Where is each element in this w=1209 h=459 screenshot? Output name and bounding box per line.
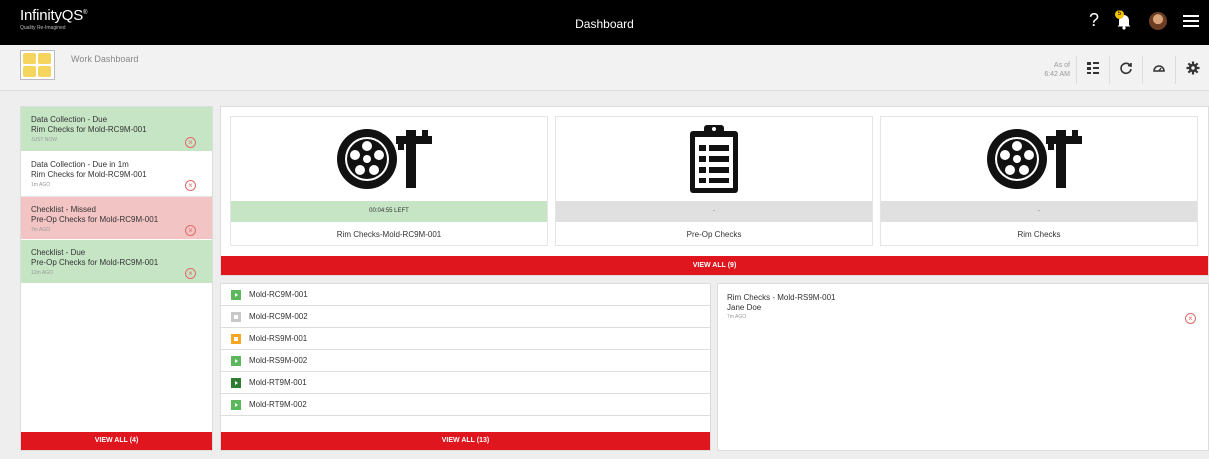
- notification-title: Data Collection - Due: [31, 115, 108, 124]
- list-item[interactable]: Mold-RT9M-002: [221, 394, 710, 416]
- mold-name: Mold-RC9M-002: [249, 312, 308, 321]
- toolbar-actions: As of 6:42 AM: [1032, 54, 1209, 86]
- view-all-molds-button[interactable]: VIEW ALL (13): [221, 432, 710, 450]
- wheel-caliper-icon: [881, 117, 1197, 200]
- notification-subject: Pre-Op Checks for Mold-RC9M-001: [31, 215, 159, 224]
- card-label: Pre-Op Checks: [686, 230, 742, 239]
- notification-item[interactable]: Checklist - Missed Pre-Op Checks for Mol…: [21, 197, 212, 240]
- view-all-cards-button[interactable]: VIEW ALL (9): [221, 256, 1208, 275]
- card-label: Rim Checks: [1017, 230, 1061, 239]
- data-collection-cards: 00:04:55 LEFT Rim Checks-Mold-RC9M-001 -…: [220, 106, 1209, 276]
- notification-item[interactable]: Checklist - Due Pre-Op Checks for Mold-R…: [21, 240, 212, 284]
- dismiss-icon[interactable]: ×: [185, 180, 196, 191]
- dismiss-icon[interactable]: ×: [1185, 313, 1196, 324]
- list-item[interactable]: Mold-RT9M-001: [221, 372, 710, 394]
- activity-title: Rim Checks - Mold-RS9M-001: [727, 293, 836, 302]
- user-avatar[interactable]: [1149, 11, 1167, 30]
- dismiss-icon[interactable]: ×: [185, 137, 196, 148]
- stop-status-icon: [231, 312, 241, 322]
- clipboard-checklist-icon: [556, 117, 872, 200]
- brand-mark: ®: [83, 10, 88, 16]
- card-status: -: [556, 201, 872, 222]
- help-icon[interactable]: ?: [1089, 10, 1099, 31]
- mold-list-panel: Mold-RC9M-001 Mold-RC9M-002 Mold-RS9M-00…: [220, 283, 711, 451]
- notification-subject: Rim Checks for Mold-RC9M-001: [31, 170, 147, 179]
- notification-title: Checklist - Missed: [31, 205, 96, 214]
- notification-title: Data Collection - Due in 1m: [31, 160, 129, 169]
- notification-time: JUST NOW: [31, 137, 58, 143]
- filter-list-icon[interactable]: [1077, 56, 1110, 84]
- play-status-icon: [231, 356, 241, 366]
- notification-subject: Pre-Op Checks for Mold-RC9M-001: [31, 258, 159, 267]
- settings-gear-icon[interactable]: [1176, 56, 1209, 84]
- mold-name: Mold-RS9M-001: [249, 334, 308, 343]
- dashboard-name: Work Dashboard: [71, 54, 139, 64]
- activity-item[interactable]: Rim Checks - Mold-RS9M-001 Jane Doe 7m A…: [727, 293, 835, 320]
- as-of-time: 6:42 AM: [1044, 71, 1070, 78]
- list-item[interactable]: Mold-RC9M-002: [221, 306, 710, 328]
- mold-name: Mold-RT9M-002: [249, 400, 307, 409]
- notification-time: 7m AGO: [31, 227, 51, 233]
- notification-title: Checklist - Due: [31, 248, 86, 257]
- page-title: Dashboard: [575, 17, 634, 31]
- list-item[interactable]: Mold-RS9M-002: [221, 350, 710, 372]
- list-item[interactable]: Mold-RS9M-001: [221, 328, 710, 350]
- card-pre-op-checks[interactable]: - Pre-Op Checks: [555, 116, 873, 246]
- notifications-bell-icon[interactable]: 5: [1115, 9, 1133, 30]
- activity-user: Jane Doe: [727, 303, 762, 312]
- notification-subject: Rim Checks for Mold-RC9M-001: [31, 125, 147, 134]
- play-status-icon: [231, 400, 241, 410]
- card-rim-checks-mold[interactable]: 00:04:55 LEFT Rim Checks-Mold-RC9M-001: [230, 116, 548, 246]
- card-status: 00:04:55 LEFT: [231, 201, 547, 222]
- mold-name: Mold-RC9M-001: [249, 290, 308, 299]
- sticky-notes-icon[interactable]: [20, 50, 55, 80]
- notification-time: 12m AGO: [31, 270, 53, 276]
- wheel-caliper-icon: [231, 117, 547, 200]
- card-label: Rim Checks-Mold-RC9M-001: [336, 230, 442, 239]
- view-all-notifications-button[interactable]: VIEW ALL (4): [21, 432, 212, 450]
- card-rim-checks[interactable]: - Rim Checks: [880, 116, 1198, 246]
- dismiss-icon[interactable]: ×: [185, 268, 196, 279]
- notifications-panel: Data Collection - Due Rim Checks for Mol…: [20, 106, 213, 451]
- mold-name: Mold-RT9M-001: [249, 378, 307, 387]
- pause-status-icon: [231, 334, 241, 344]
- play-status-icon: [231, 290, 241, 300]
- gauge-icon[interactable]: [1143, 56, 1176, 84]
- as-of-timestamp: As of 6:42 AM: [1032, 56, 1077, 84]
- notification-item[interactable]: Data Collection - Due Rim Checks for Mol…: [21, 107, 212, 152]
- dashboard-toolbar: Work Dashboard As of 6:42 AM: [0, 45, 1209, 91]
- top-bar: InfinityQS® Quality Re-Imagined Dashboar…: [0, 0, 1209, 45]
- mold-name: Mold-RS9M-002: [249, 356, 308, 365]
- refresh-icon[interactable]: [1110, 56, 1143, 84]
- list-item[interactable]: Mold-RC9M-001: [221, 284, 710, 306]
- menu-icon[interactable]: [1183, 14, 1199, 27]
- notification-count-badge: 5: [1115, 9, 1124, 19]
- notification-item[interactable]: Data Collection - Due in 1m Rim Checks f…: [21, 152, 212, 197]
- as-of-label: As of: [1054, 62, 1070, 69]
- dismiss-icon[interactable]: ×: [185, 225, 196, 236]
- notification-time: 1m AGO: [31, 182, 51, 188]
- header-actions: ? 5: [1089, 9, 1199, 31]
- recent-activity-panel: Rim Checks - Mold-RS9M-001 Jane Doe 7m A…: [717, 283, 1209, 451]
- play-status-icon: [231, 378, 241, 388]
- activity-time: 7m AGO: [727, 314, 747, 320]
- card-status: -: [881, 201, 1197, 222]
